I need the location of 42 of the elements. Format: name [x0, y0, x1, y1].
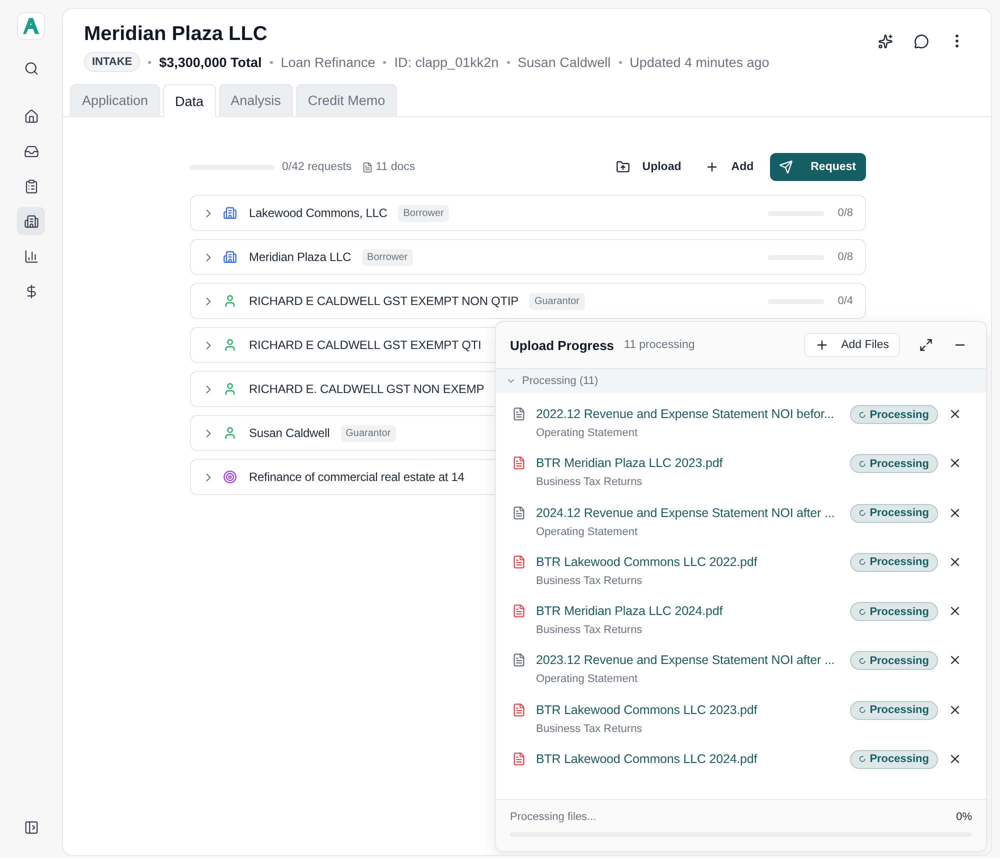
status-pill: Processing [850, 504, 938, 522]
entity-name: Refinance of commercial real estate at 14 [249, 470, 464, 484]
request-count: 0/8 [838, 251, 853, 263]
status-pill: Processing [850, 700, 938, 720]
status-pill: Processing [850, 750, 938, 769]
page-title: Meridian Plaza LLC [84, 23, 268, 46]
status-pill: Processing [850, 552, 938, 572]
meta-text: ID: clapp_01kk2n [394, 54, 499, 70]
role-tag: Borrower [398, 204, 449, 222]
meta-text: Susan Caldwell [518, 54, 611, 70]
file-category: Operating Statement [536, 673, 639, 686]
file-category: Business Tax Returns [536, 574, 644, 587]
meta-text: Loan Refinance [280, 54, 376, 70]
processing-count: 11 processing [624, 339, 695, 351]
entity-name: Susan Caldwell [249, 426, 330, 440]
entity-name: RICHARD E. CALDWELL GST NON EXEMP [249, 382, 484, 396]
role-tag: Borrower [362, 248, 413, 266]
request-count: 0/4 [838, 295, 853, 307]
file-category: Operating Statement [536, 526, 639, 538]
file-category: Operating Statement [536, 427, 639, 439]
file-category: Business Tax Returns [536, 624, 644, 636]
request-count: 0/8 [838, 207, 853, 219]
status-pill: Processing [850, 602, 938, 621]
status-pill: Processing [850, 454, 938, 474]
request-count: 0/42 requests [282, 161, 352, 173]
status-pill: Processing [850, 405, 938, 424]
status-pill: Processing [850, 651, 938, 670]
progress-percent: 0% [956, 811, 972, 823]
entity-name: Meridian Plaza LLC [249, 250, 352, 264]
footer-status: Processing files... [510, 811, 596, 823]
status-badge: INTAKE [84, 52, 140, 72]
entity-name: Lakewood Commons, LLC [249, 206, 388, 220]
role-tag: Guarantor [529, 292, 584, 310]
doc-count: 11 docs [376, 161, 416, 173]
panel-title: Upload Progress [510, 338, 614, 352]
file-category: Business Tax Returns [536, 476, 644, 488]
meta-text: Updated 4 minutes ago [630, 54, 770, 70]
loan-amount: $3,300,000 Total [159, 54, 262, 70]
role-tag: Guarantor [340, 424, 396, 442]
entity-name: RICHARD E CALDWELL GST EXEMPT NON QTIP [249, 294, 518, 308]
file-category: Business Tax Returns [536, 722, 644, 734]
entity-name: RICHARD E CALDWELL GST EXEMPT QTI [249, 338, 482, 352]
